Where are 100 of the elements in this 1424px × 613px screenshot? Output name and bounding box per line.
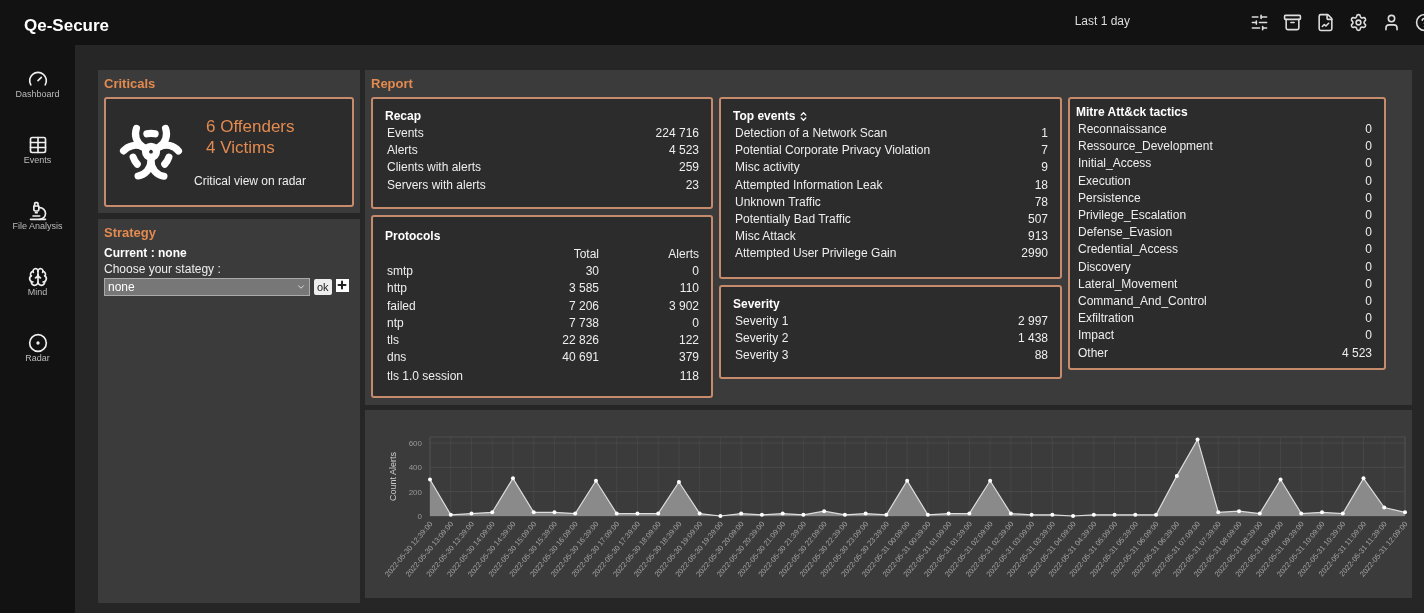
row-label: Execution: [1078, 172, 1132, 190]
row-label: Severity 3: [735, 347, 790, 365]
row-value: 40 691: [561, 349, 599, 367]
period-label: Last 1 day: [1074, 13, 1130, 28]
offenders-count: 6 Offenders: [206, 116, 295, 137]
data-point: [1320, 510, 1324, 515]
data-point: [1340, 511, 1345, 516]
row-value: 0: [1365, 207, 1372, 224]
row-label: Initial_Access: [1078, 155, 1153, 173]
data-point: [1278, 477, 1283, 482]
file-chart-icon[interactable]: [1316, 13, 1335, 32]
row-label: Discovery: [1078, 258, 1132, 276]
strategy-prompt: Choose your stategy :: [104, 262, 222, 276]
y-tick-label: 0: [417, 512, 422, 521]
radar-link[interactable]: Critical view on radar: [194, 174, 307, 188]
victims-count: 4 Victims: [206, 137, 275, 158]
row-value: 0: [1365, 241, 1372, 259]
row-label: Attempted User Privilege Gain: [735, 245, 898, 263]
microscope-icon: [27, 201, 48, 221]
data-point: [448, 512, 453, 517]
gauge-icon: [27, 69, 48, 89]
data-point: [884, 512, 889, 517]
sliders-icon[interactable]: [1250, 13, 1269, 32]
data-point: [573, 511, 578, 516]
data-point: [1008, 511, 1013, 516]
row-label: Clients with alerts: [387, 159, 483, 177]
y-tick-label: 200: [408, 487, 422, 497]
row-value: 4 523: [668, 142, 699, 160]
row-value: 4 523: [1341, 344, 1372, 362]
data-point: [988, 478, 993, 483]
table-icon: [27, 135, 48, 155]
data-point: [718, 514, 723, 518]
y-tick-label: 400: [408, 463, 422, 473]
row-value: 7 738: [567, 314, 599, 332]
archive-icon[interactable]: [1283, 13, 1302, 32]
y-axis-title: Count Alerts: [388, 452, 398, 501]
settings-icon[interactable]: [1349, 13, 1368, 32]
row-label: Persistence: [1078, 189, 1142, 207]
data-point: [511, 476, 515, 481]
sidebar-item[interactable]: Radar: [7, 333, 68, 373]
row-label: smtp: [387, 263, 414, 281]
data-point: [739, 511, 744, 516]
data-point: [1195, 437, 1200, 442]
row-value: 88: [1034, 347, 1048, 365]
row-label: Servers with alerts: [387, 176, 487, 194]
chevron-down-icon: [296, 282, 306, 292]
column-header: Total: [572, 246, 599, 263]
row-value: 30: [584, 263, 599, 281]
data-point: [1112, 512, 1117, 517]
row-label: Privilege_Escalation: [1078, 207, 1188, 224]
row-value: 379: [677, 349, 699, 367]
row-label: Credential_Access: [1078, 241, 1180, 259]
data-point: [1050, 512, 1055, 517]
sidebar-item[interactable]: Events: [7, 135, 68, 175]
card-title: Protocols: [385, 229, 442, 243]
row-value: 0: [691, 314, 699, 332]
card-title: Recap: [385, 109, 423, 123]
row-value: 22 826: [561, 332, 599, 349]
row-label: Defense_Evasion: [1078, 224, 1174, 242]
row-label: Ressource_Development: [1078, 138, 1214, 156]
data-point: [1091, 512, 1096, 517]
strategy-select[interactable]: none: [104, 278, 310, 296]
row-label: Impact: [1078, 327, 1115, 345]
row-value: 0: [1365, 258, 1372, 276]
panel-title: Strategy: [104, 225, 158, 240]
row-value: 3 585: [567, 280, 599, 298]
row-value: 0: [1365, 327, 1372, 345]
data-point: [946, 511, 951, 516]
row-label: failed: [387, 297, 417, 315]
row-value: 122: [677, 332, 699, 349]
row-label: Misc activity: [735, 159, 801, 177]
card-title: Mitre Att&ck tactics: [1076, 105, 1189, 119]
data-point: [822, 509, 827, 514]
row-label: ntp: [387, 314, 405, 332]
add-icon[interactable]: [335, 278, 349, 292]
sidebar-item[interactable]: Dashboard: [7, 69, 68, 109]
row-value: 0: [1365, 275, 1372, 293]
row-label: http: [387, 280, 408, 298]
row-value: 0: [1365, 310, 1372, 328]
row-value: 110: [678, 280, 699, 298]
row-label: Detection of a Network Scan: [735, 125, 889, 142]
row-value: 118: [678, 368, 699, 386]
row-label: Other: [1078, 344, 1109, 362]
ok-button[interactable]: ok: [314, 279, 332, 295]
data-point: [1174, 473, 1179, 478]
row-label: Unknown Traffic: [735, 193, 822, 211]
app-title: Qe-Secure: [24, 15, 110, 36]
sidebar-item[interactable]: File Analysis: [7, 201, 68, 241]
row-value: 0: [1365, 189, 1372, 207]
row-value: 0: [1365, 155, 1372, 173]
card-title: Severity: [733, 297, 781, 311]
row-label: Events: [387, 125, 425, 142]
data-point: [925, 512, 930, 517]
user-icon[interactable]: [1382, 13, 1401, 32]
row-label: Exfiltration: [1078, 310, 1136, 328]
target-icon: [27, 333, 48, 353]
data-point: [428, 477, 432, 482]
data-point: [801, 512, 806, 517]
sidebar-item[interactable]: Mind: [7, 267, 68, 307]
row-label: Lateral_Movement: [1078, 275, 1179, 293]
